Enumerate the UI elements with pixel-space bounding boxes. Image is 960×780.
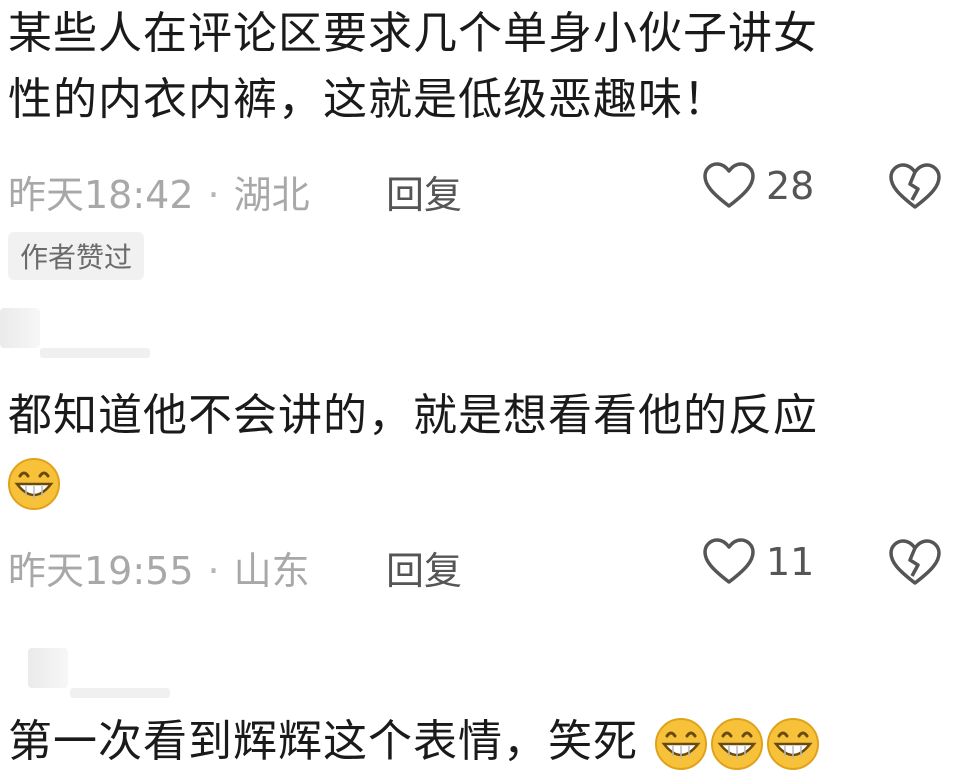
grinning-emoji-icon: [767, 718, 819, 770]
comment-1-time: 昨天18:42: [8, 173, 194, 217]
comment-1-text-line-1: 某些人在评论区要求几个单身小伙子讲女: [8, 8, 818, 59]
comment-2-reply-button[interactable]: 回复: [386, 540, 462, 595]
comment-2-like-button[interactable]: 11: [702, 536, 814, 588]
comment-2-time-location: 昨天19:55 · 山东: [8, 540, 310, 595]
broken-heart-icon: [889, 163, 941, 209]
grinning-emoji-icon: [711, 718, 763, 770]
comment-1-location: 湖北: [233, 173, 310, 217]
comment-1-meta: 昨天18:42 · 湖北 回复 28: [8, 158, 952, 217]
avatar[interactable]: [0, 308, 40, 348]
meta-separator: ·: [207, 549, 220, 593]
username-blurred: [70, 688, 170, 698]
comment-1-text-line-2: 性的内衣内裤，这就是低级恶趣味！: [8, 74, 728, 125]
comment-2-like-count: 11: [766, 540, 815, 584]
comment-2-emoji-line: [6, 452, 62, 512]
comment-1-time-location: 昨天18:42 · 湖北: [8, 164, 310, 219]
heart-outline-icon: [703, 162, 755, 208]
grinning-emoji-icon: [8, 458, 60, 510]
author-liked-badge: 作者赞过: [8, 232, 145, 280]
comment-1-reply-button[interactable]: 回复: [386, 164, 462, 219]
comment-1-like-button[interactable]: 28: [702, 160, 814, 212]
comment-1-dislike-button[interactable]: [888, 162, 942, 216]
avatar[interactable]: [28, 648, 68, 688]
comment-3-text: 第一次看到辉辉这个表情，笑死: [8, 712, 821, 772]
broken-heart-icon: [889, 539, 941, 585]
comment-3-text-content: 第一次看到辉辉这个表情，笑死: [8, 716, 638, 767]
grinning-emoji-icon: [655, 718, 707, 770]
comment-2-text-line-1: 都知道他不会讲的，就是想看看他的反应: [8, 390, 818, 441]
comment-1-like-count: 28: [766, 164, 815, 208]
username-blurred: [40, 348, 150, 358]
comment-2-dislike-button[interactable]: [888, 538, 942, 592]
comment-2-meta: 昨天19:55 · 山东 回复 11: [8, 534, 952, 593]
comment-2-location: 山东: [233, 549, 310, 593]
comment-2-time: 昨天19:55: [8, 549, 194, 593]
heart-outline-icon: [703, 538, 755, 584]
meta-separator: ·: [207, 173, 220, 217]
